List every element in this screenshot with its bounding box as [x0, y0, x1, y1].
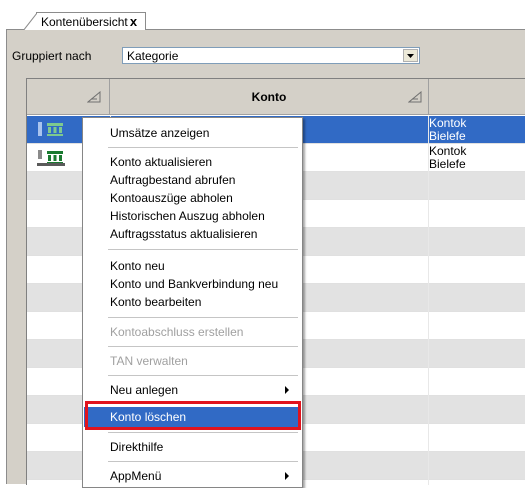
account-name: Kontok	[429, 145, 467, 158]
column-header-type[interactable]	[27, 79, 110, 115]
bank-pintan-icon	[37, 150, 65, 166]
menu-separator	[108, 317, 298, 318]
grouping-select-value: Kategorie	[127, 49, 179, 63]
menu-separator	[108, 461, 298, 462]
account-bank: Bielefe	[429, 158, 466, 171]
grouping-label: Gruppiert nach	[12, 49, 92, 63]
menu-separator	[108, 432, 298, 433]
column-header-konto[interactable]: Konto	[110, 79, 429, 115]
menu-item-konto-aktualisieren[interactable]: Konto aktualisieren	[84, 152, 301, 172]
menu-item-umsaetze-anzeigen[interactable]: Umsätze anzeigen	[84, 123, 301, 143]
menu-item-tan-verwalten[interactable]: TAN verwalten	[84, 351, 301, 371]
menu-item-konto-neu[interactable]: Konto neu	[84, 256, 301, 276]
tab-label: Kontenübersicht	[41, 15, 128, 29]
menu-item-direkthilfe[interactable]: Direkthilfe	[84, 437, 301, 457]
highlight-box	[85, 401, 301, 430]
menu-separator	[108, 346, 298, 347]
menu-item-neu-anlegen[interactable]: Neu anlegen	[84, 380, 301, 400]
filter-icon[interactable]	[87, 91, 101, 103]
menu-item-auftragsstatus-aktualisieren[interactable]: Auftragsstatus aktualisieren	[84, 224, 301, 244]
filter-icon[interactable]	[408, 91, 422, 103]
menu-item-appmenue-label: AppMenü	[110, 469, 162, 483]
menu-item-kontoabschluss-erstellen[interactable]: Kontoabschluss erstellen	[84, 322, 301, 342]
menu-separator	[108, 147, 298, 148]
chevron-down-icon[interactable]	[403, 49, 418, 62]
grouping-select[interactable]: Kategorie	[122, 47, 420, 64]
tab-slant	[23, 13, 37, 31]
menu-item-konto-bankverbindung-neu[interactable]: Konto und Bankverbindung neu	[84, 274, 301, 294]
context-menu: Umsätze anzeigen Konto aktualisieren Auf…	[82, 117, 303, 488]
close-icon[interactable]: x	[127, 14, 140, 29]
submenu-arrow-icon	[285, 472, 289, 480]
column-header-konto-title: Konto	[251, 90, 287, 104]
menu-item-historischen-auszug[interactable]: Historischen Auszug abholen	[84, 206, 301, 226]
menu-item-appmenue[interactable]: AppMenü	[84, 466, 301, 486]
bank-hbci-icon	[38, 122, 63, 136]
tab-kontenuebersicht[interactable]: Kontenübersicht x	[23, 12, 146, 31]
menu-item-neu-anlegen-label: Neu anlegen	[110, 383, 179, 397]
tab-strip: Kontenübersicht x	[0, 0, 525, 31]
submenu-arrow-icon	[285, 386, 289, 394]
account-bank: Bielefe	[429, 130, 466, 143]
menu-item-auftragbestand-abrufen[interactable]: Auftragbestand abrufen	[84, 170, 301, 190]
menu-separator	[108, 375, 298, 376]
column-divider	[428, 116, 429, 485]
menu-item-kontoauszuege-abholen[interactable]: Kontoauszüge abholen	[84, 188, 301, 208]
account-name: Kontok	[429, 117, 467, 130]
column-header-extra[interactable]	[429, 79, 525, 115]
menu-separator	[108, 249, 298, 250]
menu-item-konto-bearbeiten[interactable]: Konto bearbeiten	[84, 292, 301, 312]
